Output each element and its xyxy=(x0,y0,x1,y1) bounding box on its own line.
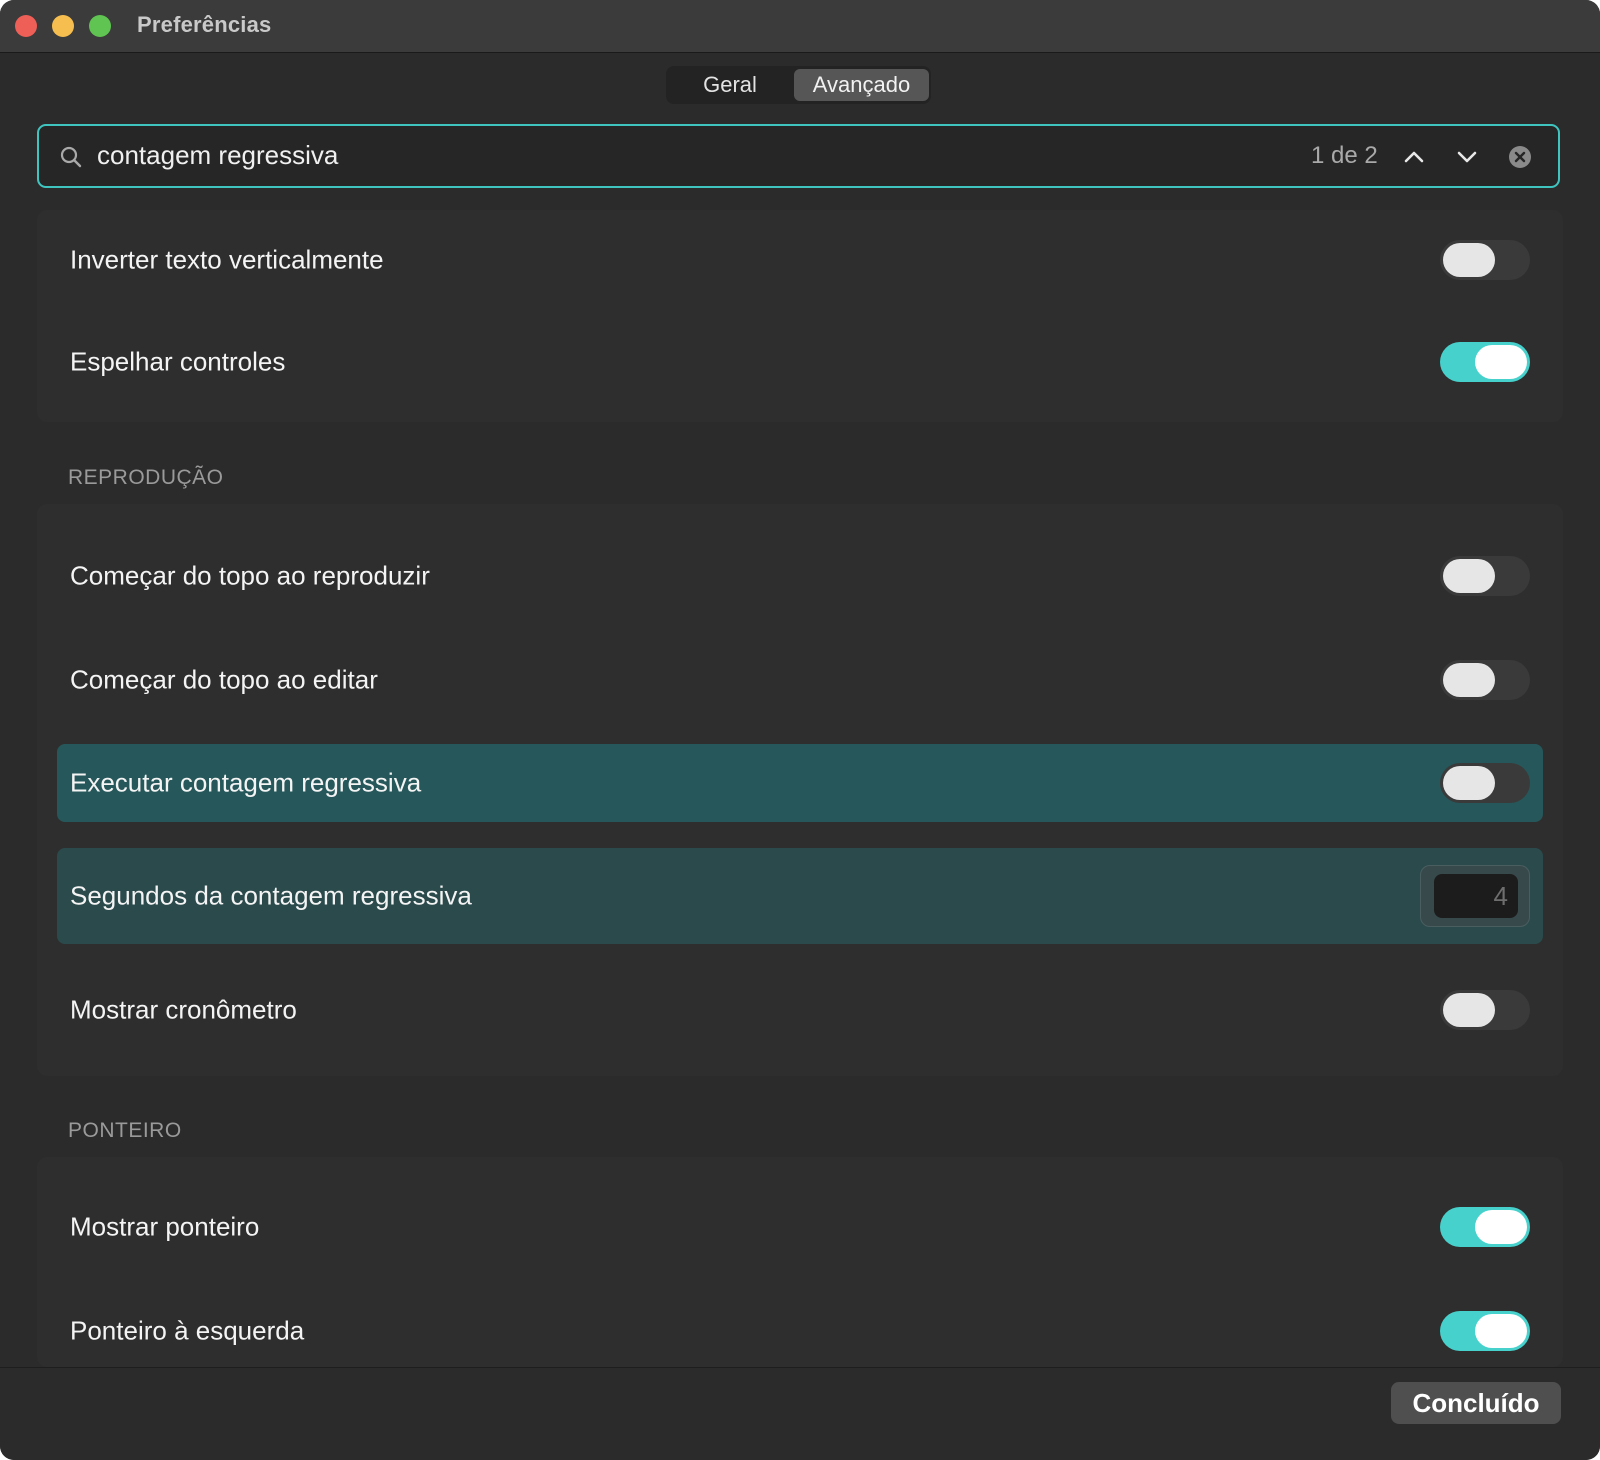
setting-label: Executar contagem regressiva xyxy=(70,767,422,798)
setting-row-segundos-contagem: Segundos da contagem regressiva 4 xyxy=(57,848,1543,944)
section-header-ponteiro: PONTEIRO xyxy=(68,1119,182,1142)
setting-label: Mostrar ponteiro xyxy=(70,1211,260,1242)
clear-icon[interactable] xyxy=(1508,145,1532,169)
preferences-window: Preferências Geral Avançado contagem reg… xyxy=(0,0,1600,1460)
setting-label: Espelhar controles xyxy=(70,346,286,377)
section-header-reproducao: REPRODUÇÃO xyxy=(68,466,224,489)
toggle-mostrar-ponteiro[interactable] xyxy=(1440,1207,1530,1247)
window-title: Preferências xyxy=(137,12,272,37)
toggle-executar-contagem[interactable] xyxy=(1440,763,1530,803)
setting-row-executar-contagem: Executar contagem regressiva xyxy=(57,744,1543,822)
tab-avancado[interactable]: Avançado xyxy=(794,69,929,101)
countdown-seconds-stepper[interactable]: 4 xyxy=(1420,865,1530,927)
setting-row-mostrar-ponteiro: Mostrar ponteiro xyxy=(57,1177,1543,1277)
setting-row-comecar-topo-editar: Começar do topo ao editar xyxy=(57,630,1543,730)
toggle-knob xyxy=(1475,345,1527,379)
title-bar: Preferências xyxy=(0,0,1600,53)
settings-group-reproducao: Começar do topo ao reproduzir Começar do… xyxy=(37,504,1563,1076)
countdown-seconds-input[interactable]: 4 xyxy=(1434,874,1518,918)
setting-label: Começar do topo ao editar xyxy=(70,664,378,695)
tab-bar: Geral Avançado xyxy=(666,66,931,104)
match-count: 1 de 2 xyxy=(1311,142,1378,169)
search-field[interactable]: contagem regressiva 1 de 2 xyxy=(37,124,1560,188)
toggle-knob xyxy=(1475,1210,1527,1244)
settings-group-ponteiro: Mostrar ponteiro Ponteiro à esquerda xyxy=(37,1157,1563,1367)
setting-row-espelhar-controles: Espelhar controles xyxy=(57,312,1543,412)
toggle-knob xyxy=(1443,766,1495,800)
toggle-ponteiro-esquerda[interactable] xyxy=(1440,1311,1530,1351)
toggle-knob xyxy=(1443,993,1495,1027)
toggle-inverter-texto[interactable] xyxy=(1440,240,1530,280)
toggle-knob xyxy=(1475,1314,1527,1348)
settings-group-display: Inverter texto verticalmente Espelhar co… xyxy=(37,210,1563,422)
toggle-espelhar-controles[interactable] xyxy=(1440,342,1530,382)
toggle-comecar-topo-editar[interactable] xyxy=(1440,660,1530,700)
setting-label: Mostrar cronômetro xyxy=(70,994,297,1025)
toggle-knob xyxy=(1443,559,1495,593)
setting-row-ponteiro-esquerda: Ponteiro à esquerda xyxy=(57,1281,1543,1381)
setting-row-comecar-topo-reproduzir: Começar do topo ao reproduzir xyxy=(57,526,1543,626)
search-icon xyxy=(60,146,82,168)
toggle-mostrar-cronometro[interactable] xyxy=(1440,990,1530,1030)
search-input[interactable]: contagem regressiva xyxy=(97,140,338,171)
done-button[interactable]: Concluído xyxy=(1391,1382,1561,1424)
tab-geral[interactable]: Geral xyxy=(668,69,792,101)
setting-label: Ponteiro à esquerda xyxy=(70,1315,305,1346)
chevron-up-icon[interactable] xyxy=(1401,144,1427,170)
toggle-comecar-topo-reproduzir[interactable] xyxy=(1440,556,1530,596)
setting-row-inverter-texto: Inverter texto verticalmente xyxy=(57,210,1543,310)
chevron-down-icon[interactable] xyxy=(1454,144,1480,170)
zoom-window-button[interactable] xyxy=(89,15,111,37)
setting-label: Inverter texto verticalmente xyxy=(70,244,384,275)
minimize-window-button[interactable] xyxy=(52,15,74,37)
footer: Concluído xyxy=(0,1367,1600,1460)
setting-label: Segundos da contagem regressiva xyxy=(70,880,472,911)
toggle-knob xyxy=(1443,663,1495,697)
close-window-button[interactable] xyxy=(15,15,37,37)
setting-row-mostrar-cronometro: Mostrar cronômetro xyxy=(57,960,1543,1060)
toggle-knob xyxy=(1443,243,1495,277)
setting-label: Começar do topo ao reproduzir xyxy=(70,560,430,591)
